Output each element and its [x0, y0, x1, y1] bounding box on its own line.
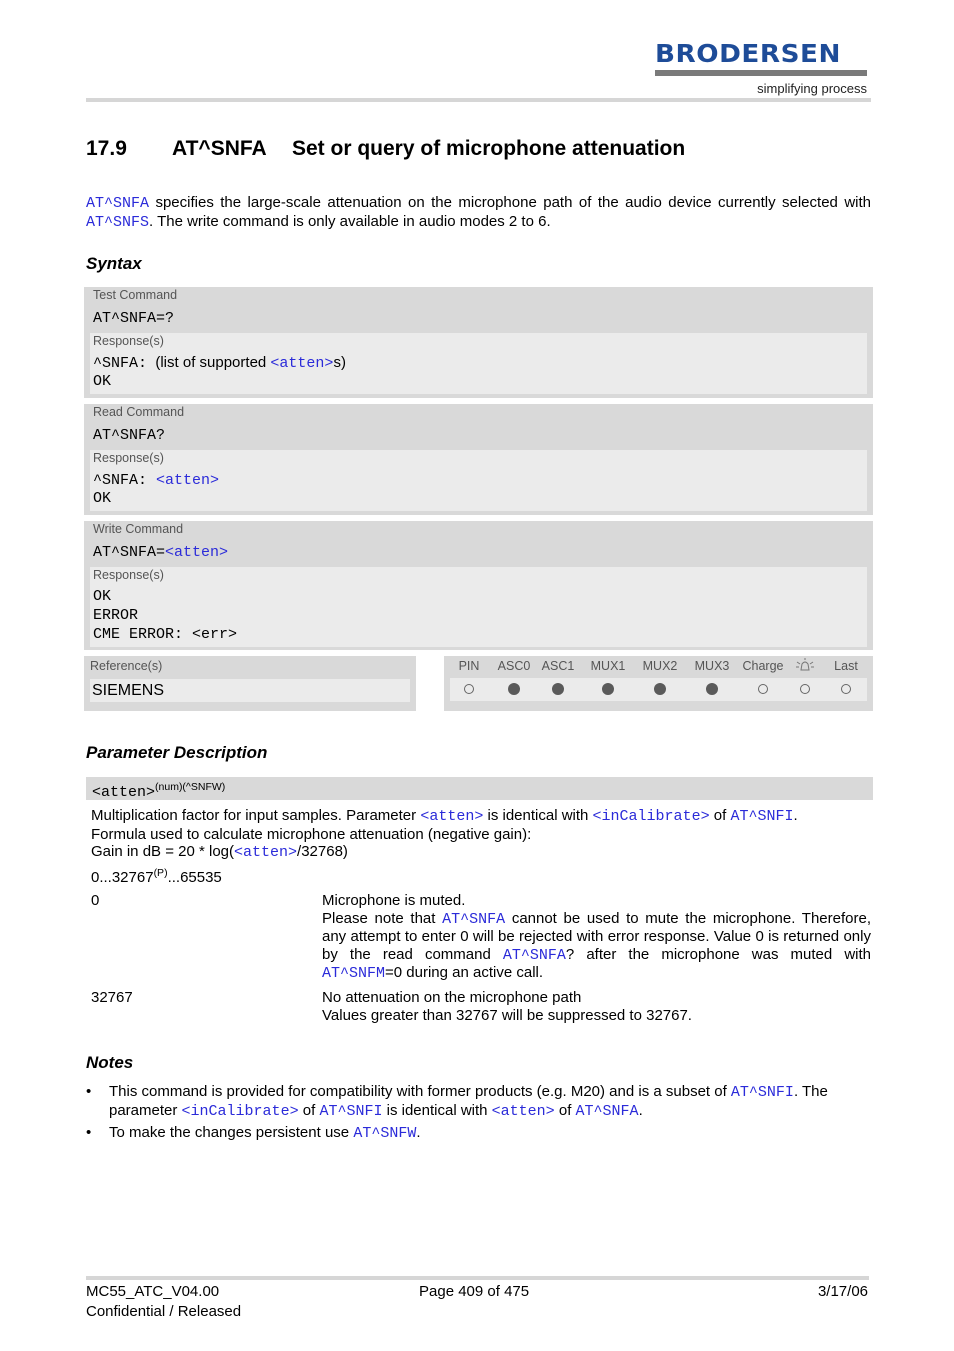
header-divider — [86, 98, 871, 102]
link-at-snfs[interactable]: AT^SNFS — [86, 214, 149, 231]
availability-row — [450, 678, 867, 701]
supported-dot — [602, 683, 614, 695]
responses-label: Response(s) — [93, 451, 164, 465]
availability-col-mux1: MUX1 — [590, 659, 626, 673]
link-incalibrate[interactable]: <inCalibrate> — [182, 1103, 299, 1120]
value-key: 0 — [91, 892, 100, 909]
link-at-snfm[interactable]: AT^SNFM — [322, 965, 385, 982]
link-at-snfa[interactable]: AT^SNFA — [576, 1103, 639, 1120]
supported-dot — [654, 683, 666, 695]
read-command: AT^SNFA? — [93, 427, 166, 444]
link-at-snfw[interactable]: AT^SNFW — [353, 1125, 416, 1142]
availability-col-asc0: ASC0 — [497, 659, 531, 673]
response-ok: OK — [93, 490, 112, 507]
availability-col-mux3: MUX3 — [694, 659, 730, 673]
supported-dot — [552, 683, 564, 695]
value-description: No attenuation on the microphone path Va… — [322, 989, 692, 1024]
test-responses: Response(s) ^SNFA: (list of supported <a… — [90, 333, 867, 394]
unsupported-dot — [758, 684, 768, 694]
availability-col-last: Last — [834, 659, 858, 673]
response-line: ^SNFA: (list of supported <atten>s) — [93, 354, 346, 372]
link-at-snfa[interactable]: AT^SNFA — [86, 195, 149, 212]
footer-divider — [86, 1276, 869, 1280]
supported-dot — [508, 683, 520, 695]
supported-dot — [706, 683, 718, 695]
write-responses: Response(s) OK ERROR CME ERROR: <err> — [90, 567, 867, 647]
read-responses: Response(s) ^SNFA: <atten> OK — [90, 450, 867, 511]
read-command-label: Read Command — [93, 405, 185, 419]
link-at-snfi[interactable]: AT^SNFI — [731, 1084, 794, 1101]
link-atten[interactable]: <atten> — [420, 808, 483, 825]
notes-heading: Notes — [86, 1053, 134, 1072]
write-command-block: Write Command AT^SNFA=<atten> Response(s… — [84, 521, 873, 650]
parameter-type: (num)(^SNFW) — [155, 781, 226, 793]
availability-col-charge: Charge — [742, 659, 784, 673]
section-heading-text: Set or query of microphone attenuation — [292, 137, 686, 160]
reference-block: Reference(s) SIEMENS — [84, 656, 416, 711]
response-line: OK — [93, 588, 112, 605]
logo-wordmark: BRODERSEN — [655, 39, 842, 68]
brand-logo: BRODERSEN simplifying process — [655, 41, 867, 96]
response-line: ^SNFA: <atten> — [93, 472, 220, 489]
parameter-description: Multiplication factor for input samples.… — [91, 807, 798, 861]
note-item: • This command is provided for compatibi… — [86, 1083, 828, 1120]
test-command: AT^SNFA=? — [93, 310, 175, 327]
parameter-description-heading: Parameter Description — [86, 743, 268, 762]
link-atten[interactable]: <atten> — [234, 844, 297, 861]
unsupported-dot — [800, 684, 810, 694]
note-item: • To make the changes persistent use AT^… — [86, 1124, 421, 1142]
link-at-snfa[interactable]: AT^SNFA — [503, 947, 566, 964]
logo-bar — [655, 70, 867, 76]
link-atten[interactable]: <atten> — [156, 472, 219, 489]
availability-col-mux2: MUX2 — [642, 659, 678, 673]
link-incalibrate[interactable]: <inCalibrate> — [593, 808, 710, 825]
section-number: 17.9 — [86, 137, 127, 160]
response-ok: OK — [93, 373, 112, 390]
value-description: Microphone is muted. Please note that AT… — [322, 892, 871, 982]
availability-col-pin: PIN — [458, 659, 480, 673]
logo-tagline: simplifying process — [757, 81, 867, 96]
section-title: 17.9 AT^SNFA Set or query of microphone at… — [86, 137, 685, 161]
footer-page: Page 409 of 475 — [419, 1283, 530, 1300]
parameter-name: <atten>(num)(^SNFW) — [92, 781, 226, 801]
link-at-snfi[interactable]: AT^SNFI — [730, 808, 793, 825]
footer-date: 3/17/06 — [817, 1283, 868, 1300]
intro-paragraph: AT^SNFA specifies the large-scale attenu… — [86, 194, 871, 231]
read-command-block: Read Command AT^SNFA? Response(s) ^SNFA:… — [84, 404, 873, 515]
responses-label: Response(s) — [93, 568, 164, 582]
availability-header: PIN ASC0 ASC1 MUX1 MUX2 MUX3 Charge Last — [444, 656, 873, 678]
response-line: ERROR — [93, 607, 139, 624]
unsupported-dot — [841, 684, 851, 694]
bullet: • — [86, 1083, 92, 1100]
link-atten[interactable]: <atten> — [165, 544, 228, 561]
link-at-snfa[interactable]: AT^SNFA — [442, 911, 505, 928]
link-at-snfi[interactable]: AT^SNFI — [319, 1103, 382, 1120]
value-key: 32767 — [91, 989, 133, 1006]
link-atten[interactable]: <atten> — [270, 355, 333, 372]
response-line: CME ERROR: <err> — [93, 626, 238, 643]
reference-label: Reference(s) — [90, 659, 163, 673]
section-command: AT^SNFA — [172, 137, 267, 160]
syntax-heading: Syntax — [86, 254, 142, 273]
bullet: • — [86, 1124, 92, 1141]
availability-col-asc1: ASC1 — [541, 659, 575, 673]
write-command-label: Write Command — [93, 522, 184, 536]
parameter-header: <atten>(num)(^SNFW) — [86, 777, 873, 801]
link-atten[interactable]: <atten> — [492, 1103, 555, 1120]
footer-status: Confidential / Released — [86, 1303, 242, 1320]
reference-value: SIEMENS — [90, 679, 410, 702]
unsupported-dot — [464, 684, 474, 694]
footer-doc-id: MC55_ATC_V04.00 — [86, 1283, 220, 1300]
alarm-icon — [795, 658, 815, 675]
parameter-range: 0...32767(P)...65535 — [91, 867, 222, 886]
responses-label: Response(s) — [93, 334, 164, 348]
test-command-label: Test Command — [93, 288, 178, 302]
write-command: AT^SNFA=<atten> — [93, 544, 229, 561]
test-command-block: Test Command AT^SNFA=? Response(s) ^SNFA… — [84, 287, 873, 398]
availability-table: PIN ASC0 ASC1 MUX1 MUX2 MUX3 Charge Last — [444, 656, 873, 711]
